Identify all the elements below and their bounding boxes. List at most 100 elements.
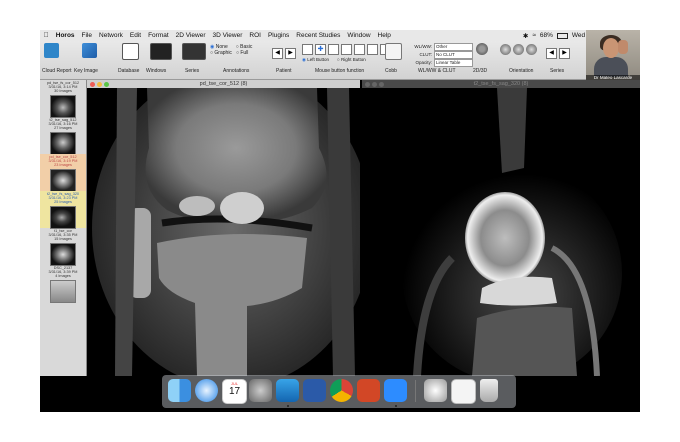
webcam-person-body [594, 57, 628, 77]
calendar-icon[interactable]: JUL 17 [222, 379, 247, 404]
left-button-radio[interactable]: ◉ Left Button [302, 57, 329, 63]
cobb-icon [385, 43, 402, 60]
dock-separator [415, 380, 416, 402]
series-label: Series [185, 68, 200, 74]
clut-label: CLUT: [419, 52, 432, 57]
3d-button[interactable] [476, 43, 488, 55]
trash-icon[interactable] [480, 379, 498, 402]
cobb-label: Cobb [385, 68, 397, 74]
zoom-tool-icon[interactable] [328, 44, 339, 55]
gear-icon [476, 43, 488, 55]
powerpoint-icon[interactable] [357, 379, 380, 402]
series-thumbnail [50, 242, 76, 266]
opacity-label: Opacity: [415, 60, 432, 65]
orientation-sagittal-icon[interactable] [526, 44, 537, 55]
series-item[interactable]: pd_tse_fs_cor_512 3/31/16, 3:14 PM 30 Im… [40, 80, 86, 118]
minimize-window-icon[interactable] [97, 82, 102, 87]
series-thumbnail [50, 94, 76, 118]
app-menu[interactable]: Horos [52, 32, 78, 39]
series-icon [182, 43, 206, 60]
opacity-select[interactable]: Linear Table [434, 59, 473, 67]
move-tool-icon[interactable]: ✚ [315, 44, 326, 55]
close-window-icon[interactable] [365, 82, 370, 87]
series-prev-button[interactable]: ◀ [546, 48, 557, 59]
image-capture-icon[interactable] [424, 379, 447, 402]
key-image-button[interactable] [82, 43, 97, 58]
wifi-icon[interactable]: ≈ [532, 32, 536, 39]
annotation-graphic-radio[interactable]: ○ Graphic [210, 50, 232, 56]
menu-format[interactable]: Format [145, 32, 173, 39]
menu-recent-studies[interactable]: Recent Studies [293, 32, 344, 39]
mouse-tools: ✚ [302, 44, 391, 55]
webcam-overlay: Dr Mateo Lascarde [586, 30, 640, 80]
battery-icon[interactable] [556, 32, 568, 39]
series-thumbnail [50, 279, 76, 303]
window-level-tool-icon[interactable] [302, 44, 313, 55]
image-viewer-left[interactable]: pd_tse_cor_512 (8) [87, 80, 360, 376]
series-count: 30 Images [54, 89, 72, 94]
scroll-tool-icon[interactable] [354, 44, 365, 55]
wlww-select[interactable]: Other [434, 43, 473, 51]
preview-document-icon[interactable] [451, 379, 476, 404]
cloud-report-label: Cloud Report [42, 68, 72, 74]
menu-network[interactable]: Network [96, 32, 127, 39]
cloud-report-button[interactable] [44, 43, 59, 58]
apple-menu-icon[interactable]:  [40, 32, 52, 39]
viewer-right-title: t2_tse_fs_sag_320 (8) [473, 81, 529, 87]
clut-select[interactable]: No CLUT [434, 51, 473, 59]
patient-next-button[interactable]: ▶ [285, 48, 296, 59]
database-label: Database [118, 68, 140, 74]
menu-plugins[interactable]: Plugins [264, 32, 292, 39]
image-viewer-right[interactable]: t2_tse_fs_sag_320 (8) [362, 80, 640, 376]
menu-roi[interactable]: ROI [246, 32, 265, 39]
series-next-button[interactable]: ▶ [559, 48, 570, 59]
3d-label: 2D/3D [473, 68, 488, 74]
minimize-window-icon[interactable] [372, 82, 377, 87]
select-tool-icon[interactable] [367, 44, 378, 55]
system-preferences-icon[interactable] [249, 379, 272, 402]
menu-help[interactable]: Help [374, 32, 394, 39]
word-icon[interactable] [303, 379, 326, 402]
battery-percent[interactable]: 68% [540, 32, 553, 39]
key-image-icon [82, 43, 97, 58]
menu-edit[interactable]: Edit [126, 32, 144, 39]
zoom-window-icon[interactable] [104, 82, 109, 87]
chrome-icon[interactable] [330, 379, 353, 402]
right-button-radio[interactable]: ○ Right Button [337, 57, 366, 63]
zoom-window-icon[interactable] [379, 82, 384, 87]
safari-icon[interactable] [195, 379, 218, 402]
windows-button[interactable] [150, 43, 172, 60]
orientation-axial-icon[interactable] [500, 44, 511, 55]
series-item[interactable]: t2_tse_sag_512 3/31/16, 3:16 PM 27 Image… [40, 117, 86, 155]
patient-prev-button[interactable]: ◀ [272, 48, 283, 59]
bluetooth-icon[interactable]: ✱ [523, 32, 528, 40]
finder-icon[interactable] [168, 379, 191, 402]
zoom-app-icon[interactable] [384, 379, 407, 402]
database-button[interactable] [122, 43, 139, 60]
annotation-full-radio[interactable]: ○ Full [236, 50, 248, 56]
series-button[interactable] [182, 43, 206, 60]
annotations-label: Annotations [223, 68, 250, 74]
menu-file[interactable]: File [78, 32, 95, 39]
zoom-running-indicator [395, 405, 397, 407]
calendar-day: 17 [228, 386, 241, 397]
close-window-icon[interactable] [90, 82, 95, 87]
series-item-selected[interactable]: t2_tse_fs_sag_320 3/31/16, 3:23 PM 25 Im… [40, 191, 86, 229]
menu-2d-viewer[interactable]: 2D Viewer [172, 32, 209, 39]
viewer-toolbar: Cloud Report Key Image Database Windows … [40, 41, 640, 80]
cobb-button[interactable] [385, 43, 402, 60]
series-item[interactable]: DSC_2137 3/31/16, 3:39 PM 4 Images [40, 265, 86, 303]
menu-3d-viewer[interactable]: 3D Viewer [209, 32, 246, 39]
series-item-selected[interactable]: pd_tse_cor_512 3/31/16, 3:19 PM 23 Image… [40, 154, 86, 192]
horos-running-indicator [287, 405, 289, 407]
orientation-group [500, 44, 537, 55]
rotate-tool-icon[interactable] [341, 44, 352, 55]
series-item[interactable]: t1_tse_cor 3/31/16, 3:35 PM 15 Images [40, 228, 86, 266]
wlww-label: WL/WW: [414, 44, 432, 49]
wlww-clut-label: WL/WW & CLUT [418, 68, 456, 74]
horos-icon[interactable] [276, 379, 299, 402]
cloud-report-icon [44, 43, 59, 58]
menu-window[interactable]: Window [344, 32, 374, 39]
knee-coronal-mri-image [87, 88, 360, 376]
orientation-coronal-icon[interactable] [513, 44, 524, 55]
